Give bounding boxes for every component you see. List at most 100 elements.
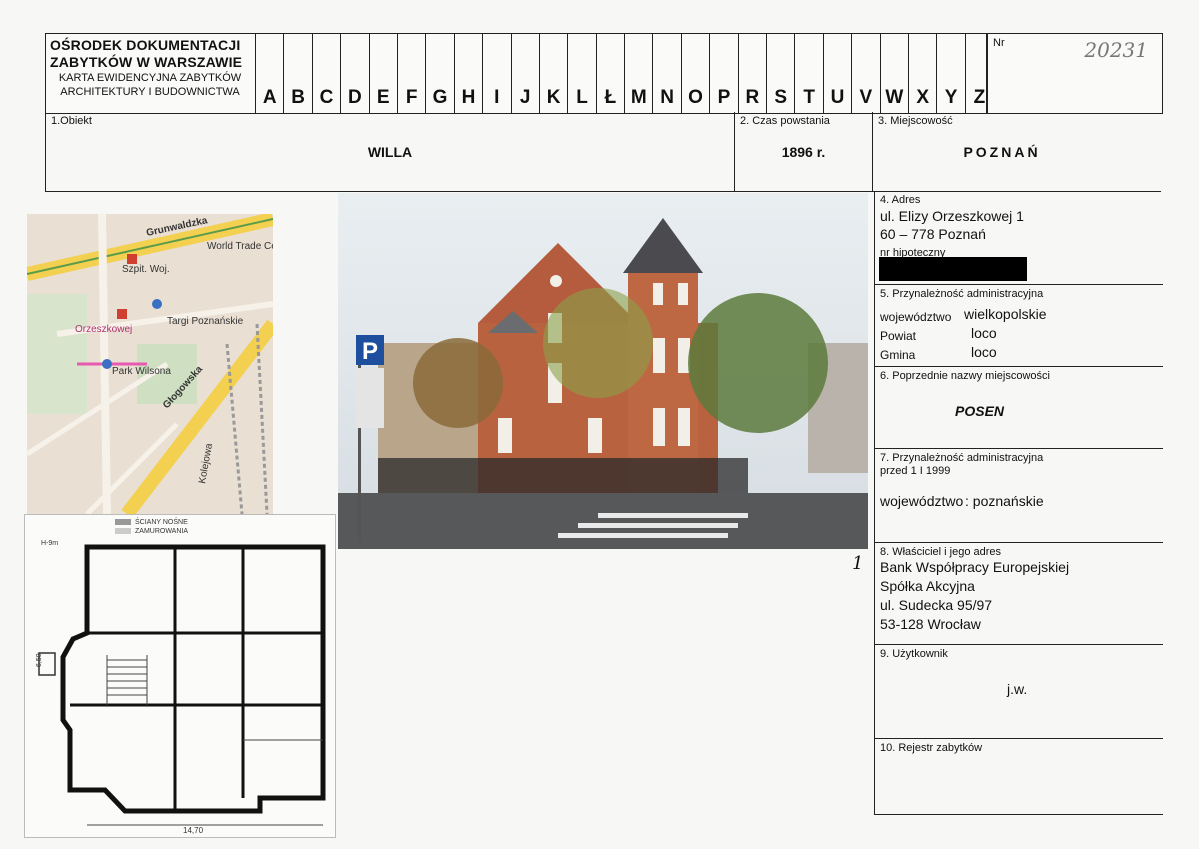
index-letter-cell: V bbox=[852, 34, 881, 113]
floor-plan: H-9m ŚCIANY NOŚNE ZAMUROWANIA 6,50 14,70 bbox=[24, 514, 336, 838]
index-letter-cell: I bbox=[483, 34, 512, 113]
index-letter-cell: K bbox=[540, 34, 569, 113]
index-letter-cell: W bbox=[881, 34, 909, 113]
index-letter-cell: B bbox=[284, 34, 313, 113]
commune-value: loco bbox=[971, 344, 997, 360]
owner-label: 8. Właściciel i jego adres bbox=[880, 546, 1002, 558]
index-letter-cell: M bbox=[625, 34, 654, 113]
date-label: 2. Czas powstania bbox=[740, 115, 830, 127]
index-letter: S bbox=[774, 87, 788, 108]
card-type-line2: ARCHITEKTURY I BUDOWNICTWA bbox=[60, 86, 240, 98]
map-label-fair: Targi Poznańskie bbox=[167, 316, 244, 327]
user-section: 9. Użytkownik j.w. bbox=[875, 645, 1163, 739]
pre1999-voivodeship-value: : poznańskie bbox=[965, 493, 1044, 509]
index-letter: R bbox=[745, 87, 760, 108]
pre1999-section: 7. Przynależność administracyjna przed 1… bbox=[875, 449, 1163, 543]
index-letter: X bbox=[916, 87, 930, 108]
index-letter: W bbox=[885, 87, 904, 108]
index-letter-cell: U bbox=[824, 34, 853, 113]
index-letter: N bbox=[660, 87, 675, 108]
index-letter-cell: G bbox=[426, 34, 455, 113]
index-letter-cell: O bbox=[682, 34, 711, 113]
owner-section: 8. Właściciel i jego adres Bank Współpra… bbox=[875, 543, 1163, 645]
object-value: WILLA bbox=[367, 144, 413, 160]
admin-section: 5. Przynależność administracyjna wojewód… bbox=[875, 285, 1163, 367]
photo-drawing: P bbox=[338, 193, 868, 549]
plan-height-label: H-9m bbox=[41, 540, 58, 547]
plan-width-label: 14,70 bbox=[183, 826, 204, 835]
index-letter: V bbox=[859, 87, 873, 108]
index-letter-cell: R bbox=[739, 34, 768, 113]
address-section: 4. Adres ul. Elizy Orzeszkowej 1 60 – 77… bbox=[875, 191, 1163, 285]
number-box: Nr 20231 bbox=[987, 33, 1163, 114]
previous-name-value: POSEN bbox=[955, 403, 1005, 419]
index-letter: Y bbox=[944, 87, 958, 108]
index-letter-cell: Y bbox=[937, 34, 966, 113]
org-name-line1: OŚRODEK DOKUMENTACJI bbox=[50, 37, 241, 53]
index-letter-cell: F bbox=[398, 34, 427, 113]
index-letter: E bbox=[376, 87, 390, 108]
alphabet-index: ABCDEFGHIJKLŁMNOPRSTUVWXYZ bbox=[256, 34, 995, 113]
index-letter: O bbox=[688, 87, 703, 108]
owner-line1: Bank Współpracy Europejskiej bbox=[880, 559, 1070, 575]
index-letter-cell: H bbox=[455, 34, 484, 113]
voivodeship-value: wielkopolskie bbox=[964, 306, 1047, 322]
map-label-park: Park Wilsona bbox=[112, 366, 171, 377]
county-value: loco bbox=[971, 325, 997, 341]
map-label-wtc: World Trade Center bbox=[207, 241, 273, 252]
index-letter: P bbox=[717, 87, 731, 108]
index-letter-cell: Ł bbox=[597, 34, 626, 113]
locality-cell: 3. Miejscowość POZNAŃ bbox=[873, 112, 1161, 191]
nr-label: Nr bbox=[993, 37, 1005, 49]
index-letter: L bbox=[576, 87, 588, 108]
index-letter: K bbox=[546, 87, 561, 108]
index-letter-cell: D bbox=[341, 34, 370, 113]
index-letter-cell: J bbox=[512, 34, 540, 113]
owner-line4: 53-128 Wrocław bbox=[880, 616, 981, 632]
address-line2: 60 – 778 Poznań bbox=[880, 226, 986, 242]
index-letter-cell: N bbox=[653, 34, 682, 113]
evidence-card: OŚRODEK DOKUMENTACJI ZABYTKÓW W WARSZAWI… bbox=[0, 0, 1199, 849]
index-letter: B bbox=[291, 87, 305, 108]
index-letter-cell: L bbox=[568, 34, 597, 113]
map-drawing: Grunwaldzka Głogowska Szpit. Woj. Targi … bbox=[27, 214, 273, 514]
index-letter-cell: S bbox=[767, 34, 796, 113]
commune-label: Gmina bbox=[880, 348, 916, 362]
user-label: 9. Użytkownik bbox=[880, 648, 948, 660]
index-letter: J bbox=[519, 87, 531, 108]
locality-label: 3. Miejscowość bbox=[878, 115, 953, 127]
previous-names-section: 6. Poprzednie nazwy miejscowości POSEN bbox=[875, 367, 1163, 449]
map-label-hospital: Szpit. Woj. bbox=[122, 264, 170, 275]
index-letter: G bbox=[432, 87, 448, 108]
index-letter: C bbox=[319, 87, 334, 108]
details-column: 4. Adres ul. Elizy Orzeszkowej 1 60 – 77… bbox=[874, 191, 1163, 815]
pre1999-voivodeship-label: województwo bbox=[880, 493, 964, 509]
card-header: OŚRODEK DOKUMENTACJI ZABYTKÓW W WARSZAWI… bbox=[45, 33, 995, 114]
owner-line2: Spółka Akcyjna bbox=[880, 578, 975, 594]
index-letter-cell: X bbox=[909, 34, 938, 113]
index-letter: Ł bbox=[604, 87, 617, 108]
admin-label: 5. Przynależność administracyjna bbox=[880, 288, 1044, 300]
locality-value: POZNAŃ bbox=[963, 144, 1041, 160]
index-letter-cell: E bbox=[370, 34, 398, 113]
index-letter: H bbox=[461, 87, 476, 108]
location-map: Grunwaldzka Głogowska Szpit. Woj. Targi … bbox=[27, 214, 273, 514]
institution-block: OŚRODEK DOKUMENTACJI ZABYTKÓW W WARSZAWI… bbox=[46, 34, 256, 113]
register-label: 10. Rejestr zabytków bbox=[880, 742, 983, 754]
previous-names-label: 6. Poprzednie nazwy miejscowości bbox=[880, 370, 1050, 382]
photo-number: 1 bbox=[852, 553, 864, 574]
index-letter-cell: C bbox=[313, 34, 342, 113]
floor-plan-drawing: H-9m ŚCIANY NOŚNE ZAMUROWANIA 6,50 14,70 bbox=[36, 517, 326, 835]
pre1999-label2: przed 1 I 1999 bbox=[880, 465, 951, 477]
plan-legend-walls: ŚCIANY NOŚNE bbox=[135, 517, 188, 526]
index-letter: D bbox=[348, 87, 362, 108]
parking-sign-letter: P bbox=[362, 338, 378, 365]
org-name-line2: ZABYTKÓW W WARSZAWIE bbox=[50, 54, 243, 70]
index-letter-cell: T bbox=[795, 34, 824, 113]
owner-line3: ul. Sudecka 95/97 bbox=[880, 597, 993, 613]
redacted-block bbox=[879, 257, 1027, 281]
address-label: 4. Adres bbox=[880, 194, 921, 206]
index-letter: A bbox=[262, 87, 277, 108]
index-letter-cell: P bbox=[710, 34, 739, 113]
plan-legend-bricked: ZAMUROWANIA bbox=[135, 528, 188, 535]
